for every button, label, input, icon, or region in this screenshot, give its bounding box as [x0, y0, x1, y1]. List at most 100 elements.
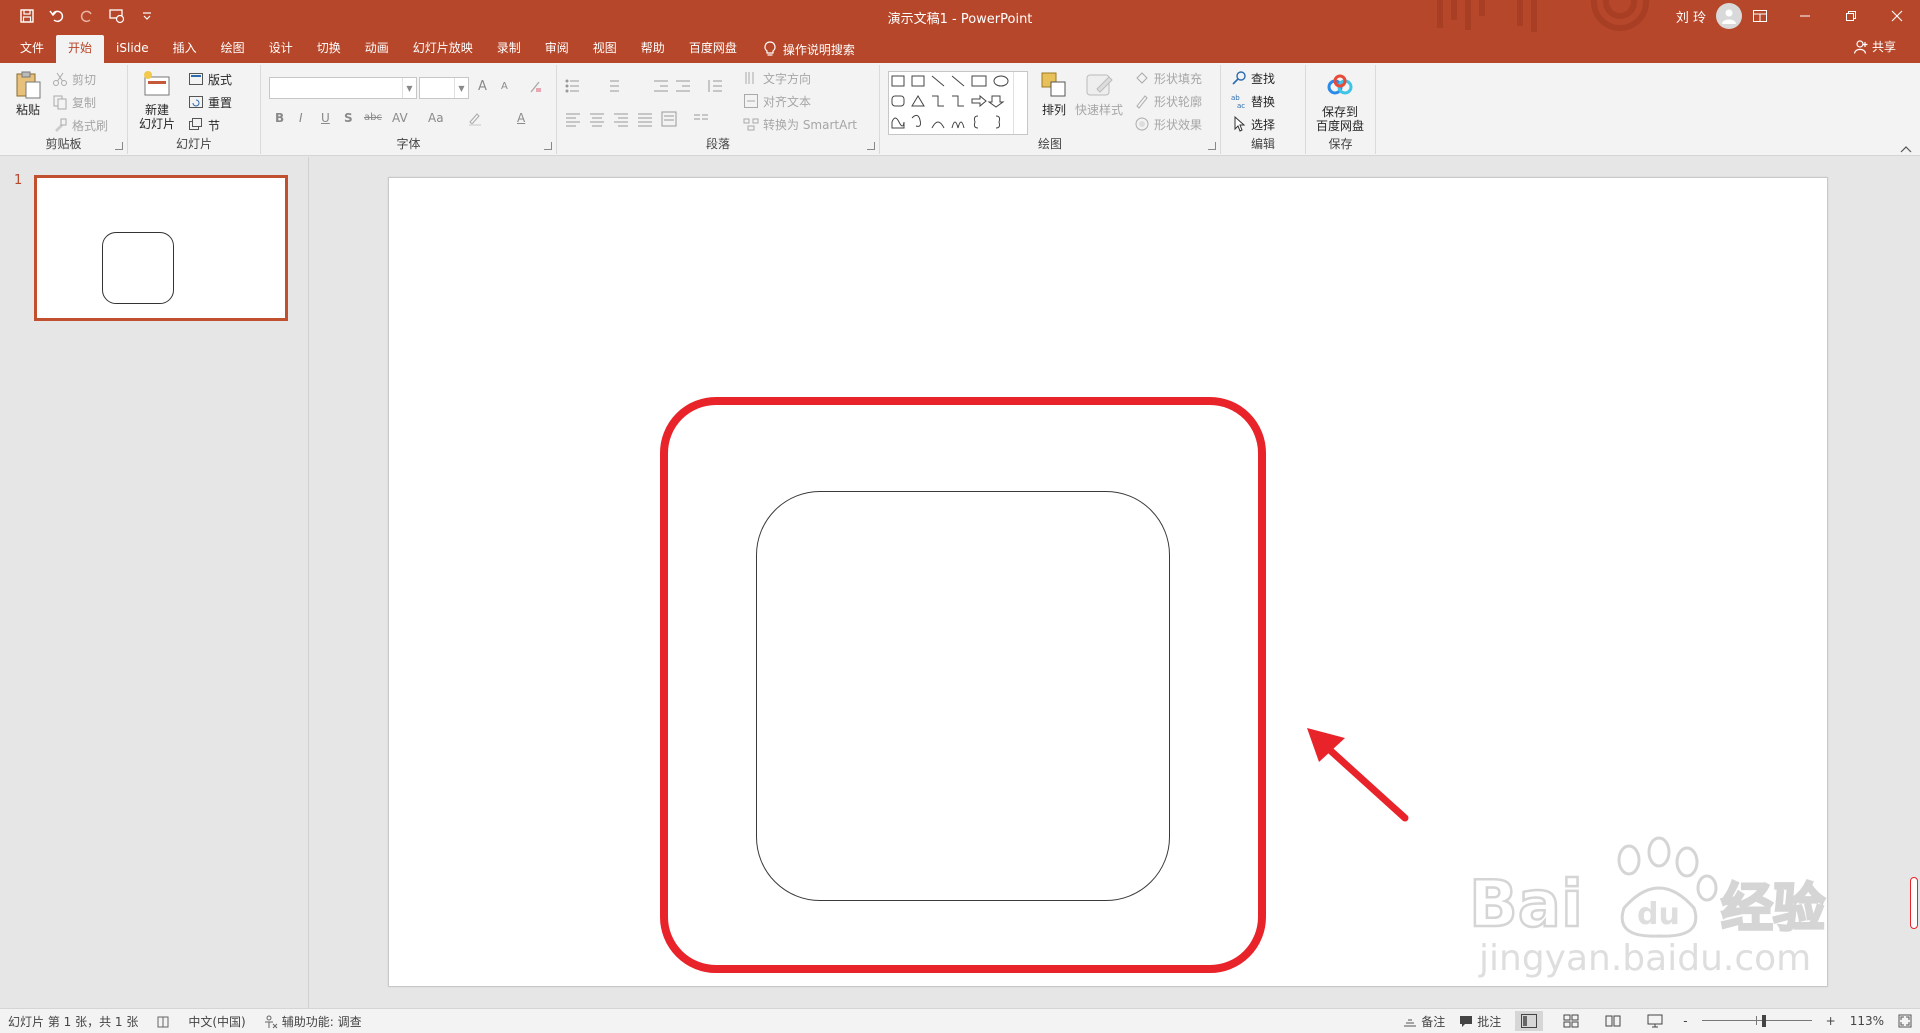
- tab-file[interactable]: 文件: [8, 35, 56, 63]
- font-size-dropdown-icon[interactable]: ▼: [454, 78, 468, 98]
- italic-button[interactable]: I: [299, 111, 303, 125]
- tab-review[interactable]: 审阅: [533, 35, 581, 63]
- format-painter-button[interactable]: 格式刷: [52, 115, 108, 135]
- change-case-button[interactable]: Aa: [428, 111, 444, 125]
- zoom-slider-thumb[interactable]: [1761, 1015, 1766, 1027]
- shape-fill-button[interactable]: 形状填充: [1134, 68, 1202, 88]
- shrink-font-button[interactable]: A: [501, 81, 508, 92]
- tab-draw[interactable]: 绘图: [209, 35, 257, 63]
- ribbon-display-options-button[interactable]: [1740, 0, 1780, 32]
- align-right-icon[interactable]: [613, 111, 629, 127]
- shapes-gallery[interactable]: [888, 71, 1028, 135]
- avatar[interactable]: [1716, 3, 1742, 29]
- minimize-button[interactable]: [1782, 0, 1828, 32]
- tell-me-search[interactable]: 操作说明搜索: [749, 35, 869, 63]
- accessibility-status[interactable]: 辅助功能: 调查: [264, 1013, 362, 1030]
- font-name-combo[interactable]: ▼: [269, 77, 417, 99]
- drawing-dialog-launcher[interactable]: [1208, 142, 1216, 150]
- numbering-icon[interactable]: [605, 78, 633, 94]
- shape-outline-button[interactable]: 形状轮廓: [1134, 91, 1202, 111]
- save-to-baidu-button[interactable]: 保存到 百度网盘: [1310, 71, 1370, 133]
- decrease-indent-icon[interactable]: [653, 78, 669, 94]
- ribbon: 粘贴 剪切 复制 格式刷 剪贴板 新建 幻灯片 版式 重置 节 幻灯片 ▼ ▼ …: [0, 63, 1920, 156]
- zoom-out-button[interactable]: -: [1683, 1014, 1687, 1028]
- tab-help[interactable]: 帮助: [629, 35, 677, 63]
- arrange-label: 排列: [1041, 103, 1066, 117]
- align-center-icon[interactable]: [589, 111, 605, 127]
- shapes-gallery-icons[interactable]: [889, 72, 1013, 134]
- vertical-scrollbar-thumb[interactable]: [1910, 877, 1918, 929]
- paragraph-dialog-launcher[interactable]: [867, 142, 875, 150]
- zoom-level[interactable]: 113%: [1850, 1014, 1884, 1028]
- highlight-pen-icon[interactable]: [467, 110, 483, 126]
- font-name-dropdown-icon[interactable]: ▼: [402, 78, 416, 98]
- grow-font-button[interactable]: A: [478, 79, 487, 94]
- convert-smartart-button[interactable]: 转换为 SmartArt: [743, 114, 857, 134]
- reset-button[interactable]: 重置: [188, 92, 232, 112]
- copy-button[interactable]: 复制: [52, 92, 96, 112]
- slide-canvas[interactable]: Bai 经验 du jingyan.baidu.com: [388, 177, 1828, 987]
- replace-button[interactable]: ab ac 替换: [1231, 91, 1275, 111]
- select-button[interactable]: 选择: [1231, 114, 1275, 134]
- reading-view-button[interactable]: [1599, 1011, 1627, 1031]
- language-status[interactable]: 中文(中国): [188, 1013, 245, 1030]
- new-slide-button[interactable]: 新建 幻灯片: [134, 69, 180, 131]
- text-shadow-button[interactable]: S: [344, 111, 353, 125]
- arrange-button[interactable]: 排列: [1036, 69, 1072, 117]
- collapse-ribbon-icon[interactable]: [1900, 145, 1912, 153]
- character-spacing-button[interactable]: AV: [392, 111, 408, 125]
- comments-button[interactable]: 批注: [1459, 1013, 1501, 1030]
- clear-formatting-icon[interactable]: [527, 79, 543, 95]
- fit-slide-icon[interactable]: [1898, 1014, 1912, 1028]
- zoom-slider[interactable]: [1701, 1011, 1812, 1031]
- user-account[interactable]: 刘 玲: [1676, 3, 1742, 29]
- tab-insert[interactable]: 插入: [161, 35, 209, 63]
- annotation-highlight-box: [660, 397, 1266, 973]
- notes-button[interactable]: 备注: [1403, 1013, 1445, 1030]
- text-direction-button[interactable]: 文字方向: [743, 68, 811, 88]
- bullets-icon[interactable]: [565, 78, 593, 94]
- slide-thumbnail[interactable]: [34, 175, 288, 321]
- columns-icon[interactable]: [693, 111, 709, 127]
- tab-home[interactable]: 开始: [56, 35, 105, 63]
- cut-button[interactable]: 剪切: [52, 69, 96, 89]
- tab-design[interactable]: 设计: [257, 35, 305, 63]
- shapes-gallery-scroll[interactable]: [1013, 72, 1027, 134]
- tab-islide[interactable]: iSlide: [104, 35, 161, 63]
- close-button[interactable]: [1874, 0, 1920, 32]
- tab-transitions[interactable]: 切换: [305, 35, 353, 63]
- spell-check-status[interactable]: [156, 1015, 170, 1029]
- tab-animations[interactable]: 动画: [353, 35, 401, 63]
- font-dialog-launcher[interactable]: [544, 142, 552, 150]
- zoom-in-button[interactable]: +: [1826, 1014, 1836, 1028]
- tab-view[interactable]: 视图: [581, 35, 629, 63]
- quick-styles-button[interactable]: 快速样式: [1074, 69, 1124, 117]
- font-color-button[interactable]: A: [517, 111, 525, 125]
- strikethrough-button[interactable]: abc: [364, 112, 382, 123]
- section-button[interactable]: 节: [188, 115, 220, 135]
- underline-button[interactable]: U: [321, 111, 330, 125]
- layout-button[interactable]: 版式: [188, 69, 232, 89]
- line-spacing-icon[interactable]: [707, 78, 723, 94]
- normal-view-button[interactable]: [1515, 1011, 1544, 1031]
- ribbon-display-icon: [1753, 10, 1767, 22]
- tab-record[interactable]: 录制: [485, 35, 533, 63]
- justify-icon[interactable]: [637, 111, 653, 127]
- slide-sorter-view-button[interactable]: [1557, 1011, 1585, 1031]
- bold-button[interactable]: B: [275, 111, 284, 125]
- increase-indent-icon[interactable]: [675, 78, 691, 94]
- align-text-button[interactable]: 对齐文本: [743, 91, 811, 111]
- find-button[interactable]: 查找: [1231, 68, 1275, 88]
- tab-slideshow[interactable]: 幻灯片放映: [401, 35, 485, 63]
- user-name: 刘 玲: [1675, 10, 1706, 26]
- clipboard-dialog-launcher[interactable]: [115, 142, 123, 150]
- restore-button[interactable]: [1828, 0, 1874, 32]
- tab-baidu-netdisk[interactable]: 百度网盘: [677, 35, 749, 63]
- share-button[interactable]: 共享: [1853, 38, 1896, 55]
- distributed-icon[interactable]: [661, 111, 677, 127]
- slideshow-view-button[interactable]: [1641, 1011, 1669, 1031]
- shape-effects-button[interactable]: 形状效果: [1134, 114, 1202, 134]
- align-left-icon[interactable]: [565, 111, 581, 127]
- font-size-combo[interactable]: ▼: [419, 77, 469, 99]
- paste-button[interactable]: 粘贴: [10, 69, 46, 117]
